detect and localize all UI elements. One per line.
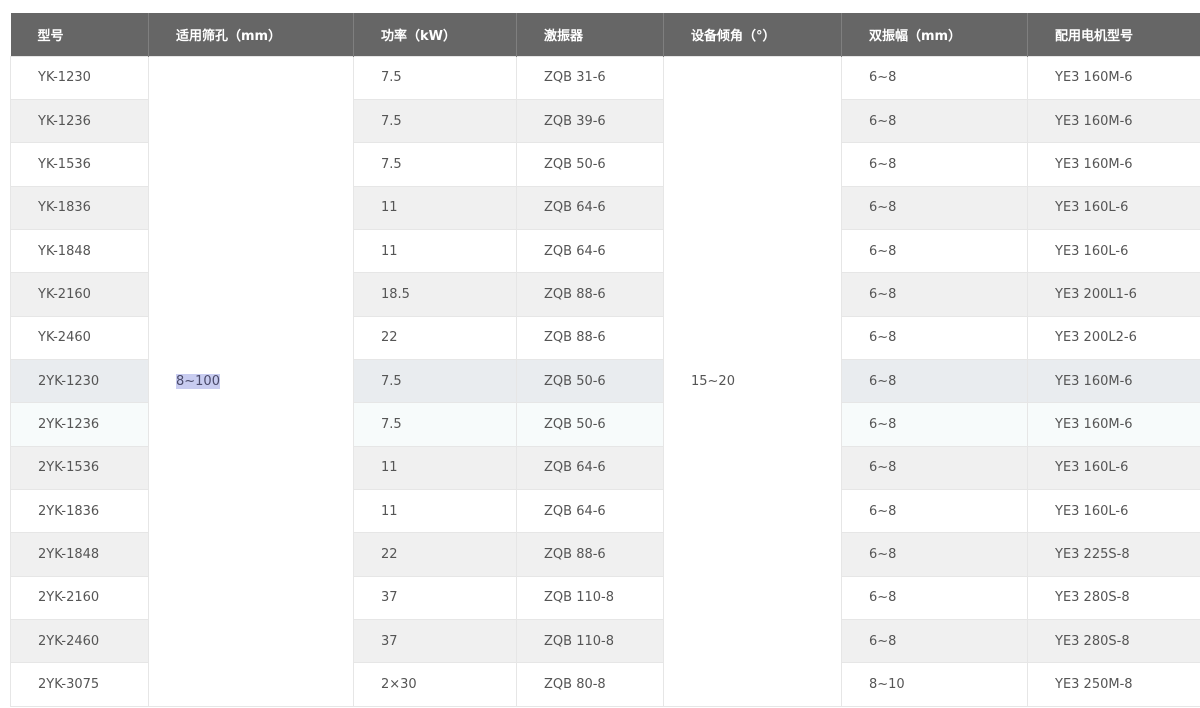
header-angle: 设备倾角（°） [663,13,842,56]
cell-exciter: ZQB 88-6 [516,315,664,360]
cell-exciter: ZQB 88-6 [516,272,664,317]
cell-power: 18.5 [353,272,517,317]
cell-motor: YE3 160L-6 [1027,445,1200,490]
mesh-value-selected: 8~100 [176,373,220,389]
cell-motor: YE3 160M-6 [1027,55,1200,100]
cell-power: 7.5 [353,402,517,447]
cell-amplitude: 6~8 [841,402,1028,447]
cell-model: 2YK-1836 [10,488,149,534]
cell-exciter: ZQB 80-8 [516,662,664,707]
cell-motor: YE3 160L-6 [1027,228,1200,274]
cell-model: YK-1536 [10,142,149,187]
cell-motor: YE3 280S-8 [1027,575,1200,620]
cell-motor: YE3 250M-8 [1027,662,1200,707]
cell-exciter: ZQB 64-6 [516,488,664,534]
header-model: 型号 [10,13,149,56]
cell-model: YK-2460 [10,315,149,360]
cell-exciter: ZQB 110-8 [516,618,664,664]
cell-motor: YE3 160L-6 [1027,185,1200,230]
cell-amplitude: 6~8 [841,488,1028,534]
cell-power: 11 [353,228,517,274]
cell-power: 22 [353,315,517,360]
cell-power: 11 [353,445,517,490]
header-exciter: 激振器 [516,13,664,56]
header-row: 型号 适用筛孔（mm） 功率（kW） 激振器 设备倾角（°） 双振幅（mm） 配… [10,13,1200,56]
cell-model: 2YK-1848 [10,532,149,577]
table-body: YK-1230 8~100 7.5 ZQB 31-6 15~20 6~8 YE3 160M-… [10,55,1200,707]
cell-exciter: ZQB 88-6 [516,532,664,577]
cell-power: 37 [353,575,517,620]
cell-exciter: ZQB 110-8 [516,575,664,620]
cell-exciter: ZQB 64-6 [516,228,664,274]
cell-model: 2YK-1230 [10,358,149,404]
cell-amplitude: 6~8 [841,185,1028,230]
cell-motor: YE3 160M-6 [1027,98,1200,144]
cell-motor: YE3 225S-8 [1027,532,1200,577]
cell-motor: YE3 160M-6 [1027,358,1200,404]
spec-table: 型号 适用筛孔（mm） 功率（kW） 激振器 设备倾角（°） 双振幅（mm） 配… [10,13,1200,707]
cell-power: 7.5 [353,55,517,100]
cell-motor: YE3 200L2-6 [1027,315,1200,360]
cell-exciter: ZQB 64-6 [516,185,664,230]
cell-model: YK-2160 [10,272,149,317]
cell-model: YK-1836 [10,185,149,230]
cell-model: YK-1230 [10,55,149,100]
cell-model: YK-1236 [10,98,149,144]
cell-amplitude: 8~10 [841,662,1028,707]
cell-model: 2YK-1236 [10,402,149,447]
header-motor: 配用电机型号 [1027,13,1200,56]
cell-motor: YE3 280S-8 [1027,618,1200,664]
cell-power: 11 [353,488,517,534]
cell-amplitude: 6~8 [841,358,1028,404]
cell-amplitude: 6~8 [841,532,1028,577]
cell-motor: YE3 160L-6 [1027,488,1200,534]
cell-amplitude: 6~8 [841,142,1028,187]
cell-motor: YE3 160M-6 [1027,142,1200,187]
cell-amplitude: 6~8 [841,618,1028,664]
header-power: 功率（kW） [353,13,517,56]
cell-exciter: ZQB 39-6 [516,98,664,144]
cell-model: YK-1848 [10,228,149,274]
cell-exciter: ZQB 64-6 [516,445,664,490]
cell-power: 37 [353,618,517,664]
cell-motor: YE3 160M-6 [1027,402,1200,447]
cell-model: 2YK-3075 [10,662,149,707]
cell-motor: YE3 200L1-6 [1027,272,1200,317]
cell-power: 7.5 [353,142,517,187]
cell-exciter: ZQB 31-6 [516,55,664,100]
cell-mesh-merged: 8~100 [148,55,354,707]
header-mesh: 适用筛孔（mm） [148,13,354,56]
cell-amplitude: 6~8 [841,272,1028,317]
cell-power: 7.5 [353,358,517,404]
table-row: YK-1230 8~100 7.5 ZQB 31-6 15~20 6~8 YE3 160M-… [10,55,1200,707]
cell-model: 2YK-2160 [10,575,149,620]
table-header: 型号 适用筛孔（mm） 功率（kW） 激振器 设备倾角（°） 双振幅（mm） 配… [10,13,1200,56]
cell-exciter: ZQB 50-6 [516,142,664,187]
cell-angle-merged: 15~20 [663,55,842,707]
cell-power: 7.5 [353,98,517,144]
cell-exciter: ZQB 50-6 [516,402,664,447]
spec-table-wrapper: 型号 适用筛孔（mm） 功率（kW） 激振器 设备倾角（°） 双振幅（mm） 配… [10,13,1200,707]
cell-amplitude: 6~8 [841,55,1028,100]
cell-amplitude: 6~8 [841,445,1028,490]
cell-model: 2YK-2460 [10,618,149,664]
cell-model: 2YK-1536 [10,445,149,490]
cell-amplitude: 6~8 [841,575,1028,620]
cell-exciter: ZQB 50-6 [516,358,664,404]
cell-power: 22 [353,532,517,577]
header-amplitude: 双振幅（mm） [841,13,1028,56]
cell-power: 11 [353,185,517,230]
cell-power: 2×30 [353,662,517,707]
cell-amplitude: 6~8 [841,228,1028,274]
cell-amplitude: 6~8 [841,98,1028,144]
cell-amplitude: 6~8 [841,315,1028,360]
